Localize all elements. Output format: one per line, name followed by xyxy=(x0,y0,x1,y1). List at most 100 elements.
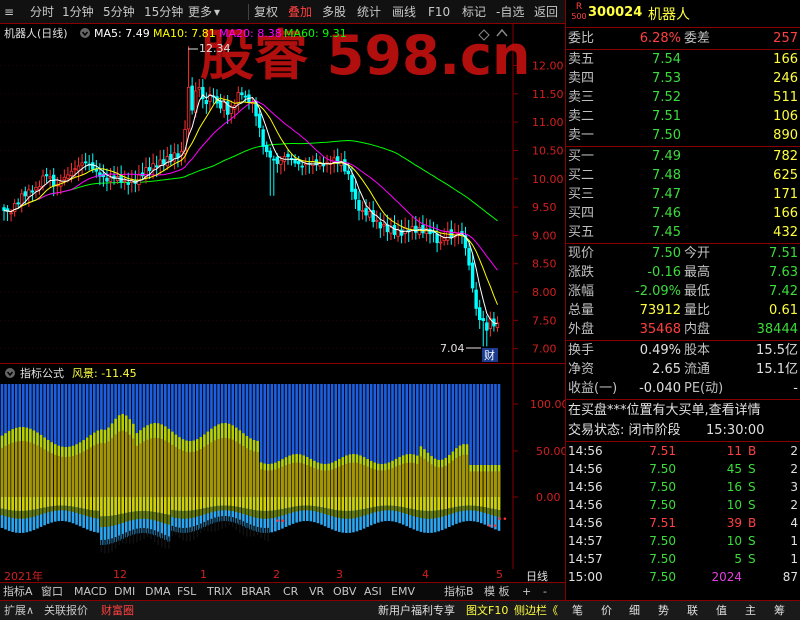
mark-button[interactable]: 标记 xyxy=(462,3,486,21)
indicator-layer-olive xyxy=(57,455,61,497)
indicator-layer-olive xyxy=(231,439,235,497)
bid-row[interactable]: 买二 7.48 625 xyxy=(566,166,800,185)
tab-5min[interactable]: 5分钟 xyxy=(103,3,135,21)
indicator-layer-olive xyxy=(213,440,217,497)
bid-row[interactable]: 买一 7.49 782 xyxy=(566,147,800,166)
market-tag-letter: R xyxy=(575,2,583,12)
zoom-in-button[interactable]: + xyxy=(522,584,531,600)
tab-trend[interactable]: 势 xyxy=(658,603,669,619)
back-button[interactable]: 返回 xyxy=(534,3,558,21)
bid-row[interactable]: 买四 7.46 166 xyxy=(566,204,800,223)
tab-main-force[interactable]: 主 xyxy=(745,603,756,619)
tab-intraday[interactable]: 分时 xyxy=(30,3,54,21)
tab-obv[interactable]: OBV xyxy=(333,584,356,600)
ask-row[interactable]: 卖一 7.50 890 xyxy=(566,126,800,145)
ask-row[interactable]: 卖二 7.51 106 xyxy=(566,107,800,126)
ask-row[interactable]: 卖四 7.53 246 xyxy=(566,69,800,88)
tab-trades[interactable]: 笔 xyxy=(572,603,583,619)
bid-row[interactable]: 买五 7.45 432 xyxy=(566,223,800,242)
indicator-layer-yellow xyxy=(117,497,121,515)
tab-15min[interactable]: 15分钟 xyxy=(144,3,183,21)
axis-label-dec: 12 xyxy=(113,568,127,581)
indicator-layer-yellow xyxy=(369,497,373,508)
tab-more[interactable]: 更多 xyxy=(188,3,212,21)
indicator-layer-yellow xyxy=(217,497,220,506)
indicator-settings-icon[interactable] xyxy=(5,368,15,378)
tick-list[interactable]: 14:56 7.51 11 B 2 14:56 7.50 45 S 2 14:56 7.50 16 S 3 1… xyxy=(566,442,800,587)
indicator-layer-yellow xyxy=(476,497,479,507)
tab-1min[interactable]: 1分钟 xyxy=(62,3,94,21)
f10-button[interactable]: F10 xyxy=(428,3,450,21)
ask-row[interactable]: 卖五 7.54 166 xyxy=(566,50,800,69)
tab-indicator-b[interactable]: 指标B xyxy=(444,584,474,600)
notice-row[interactable]: 在买盘***位置有大买单,查看详情 xyxy=(566,401,800,420)
graphic-f10-button[interactable]: 图文F10 xyxy=(466,603,508,619)
ask-row[interactable]: 卖三 7.52 511 xyxy=(566,88,800,107)
indicator-layer-yellow xyxy=(327,497,330,509)
indicator-layer-dark xyxy=(235,506,238,512)
indicator-layer-yellow xyxy=(71,497,75,507)
tab-value[interactable]: 值 xyxy=(716,603,727,619)
tab-trix[interactable]: TRIX xyxy=(207,584,232,600)
remove-watchlist-button[interactable]: -自选 xyxy=(496,3,524,21)
menu-icon[interactable]: ≡ xyxy=(4,3,14,21)
tab-macd[interactable]: MACD xyxy=(74,584,107,600)
tab-linked[interactable]: 联 xyxy=(687,603,698,619)
indicator-layer-dark xyxy=(430,510,433,519)
tab-vr[interactable]: VR xyxy=(309,584,324,600)
new-user-benefit-link[interactable]: 新用户福利专享 xyxy=(378,603,455,619)
indicator-layer-olive xyxy=(103,443,107,497)
candle-body xyxy=(268,150,272,158)
tab-price[interactable]: 价 xyxy=(601,603,612,619)
related-quotes-button[interactable]: 关联报价 xyxy=(44,603,88,619)
indicator-layer-yellow xyxy=(242,497,245,508)
sidebar-toggle-button[interactable]: 侧边栏《 xyxy=(514,603,558,619)
indicator-layer-olive xyxy=(206,444,210,497)
expand-button[interactable]: 扩展∧ xyxy=(4,603,34,619)
indicator-layer-dark xyxy=(43,507,46,514)
tab-window[interactable]: 窗口 xyxy=(41,584,63,600)
indicator-layer-dark xyxy=(298,505,302,511)
indicator-layer-dark xyxy=(188,510,192,519)
tab-template[interactable]: 模 板 xyxy=(484,584,510,600)
indicator-layer-dark xyxy=(181,510,185,519)
chevron-down-icon[interactable]: ▾ xyxy=(214,3,220,21)
candle-body xyxy=(23,191,27,197)
finance-badge-text: 财 xyxy=(484,348,495,362)
tab-cr[interactable]: CR xyxy=(283,584,298,600)
indicator-layer-olive xyxy=(384,470,387,497)
indicator-layer-yellow xyxy=(334,497,337,510)
indicator-layer-yellow xyxy=(199,497,203,509)
indicator-layer-yellow xyxy=(235,497,238,507)
tab-chips[interactable]: 筹 xyxy=(774,603,785,619)
candlestick-chart[interactable]: 7.00 7.50 8.00 8.50 9.00 9.50 10.00 10.50 11.00 1… xyxy=(0,24,565,364)
settings-icon[interactable] xyxy=(80,28,90,38)
candle-body xyxy=(378,222,382,229)
draw-line-button[interactable]: 画线 xyxy=(392,3,416,21)
zoom-out-button[interactable]: - xyxy=(543,584,547,600)
multi-stock-button[interactable]: 多股 xyxy=(322,3,346,21)
tab-detail[interactable]: 细 xyxy=(629,603,640,619)
overlay-button[interactable]: 叠加 xyxy=(288,3,312,21)
tab-fsl[interactable]: FSL xyxy=(177,584,196,600)
bid-row[interactable]: 买三 7.47 171 xyxy=(566,185,800,204)
indicator-chart[interactable]: •• •••• 指标公式 风景: -11.45 100.00 50.00 0.00 xyxy=(0,364,565,569)
adjust-button[interactable]: 复权 xyxy=(254,3,278,21)
tab-dmi[interactable]: DMI xyxy=(114,584,135,600)
indicator-layer-dark xyxy=(330,509,334,517)
indicator-layer-olive xyxy=(270,470,274,497)
tab-emv[interactable]: EMV xyxy=(391,584,415,600)
stats-button[interactable]: 统计 xyxy=(357,3,381,21)
indicator-layer-yellow xyxy=(362,497,366,509)
indicator-layer-yellow xyxy=(93,497,96,511)
tab-asi[interactable]: ASI xyxy=(364,584,382,600)
y-tick-label: 10.50 xyxy=(532,144,564,157)
tick-count: 4 xyxy=(790,516,798,530)
tab-brar[interactable]: BRAR xyxy=(241,584,271,600)
indicator-layer-yellow xyxy=(82,497,85,509)
tab-dma[interactable]: DMA xyxy=(145,584,171,600)
tab-indicator-a[interactable]: 指标A xyxy=(3,584,33,600)
indicator-layer-dark xyxy=(96,510,100,519)
date-axis: 2021年 12 1 2 3 4 5 日线 xyxy=(0,568,565,583)
wealth-circle-button[interactable]: 财富圈 xyxy=(101,603,134,619)
